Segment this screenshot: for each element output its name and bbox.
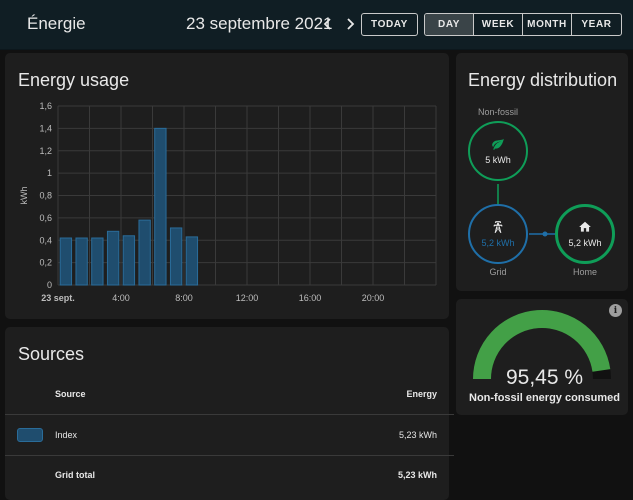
leaf-icon: [492, 138, 504, 150]
source-name: Index: [55, 430, 78, 440]
non-fossil-value: 5 kWh: [485, 155, 511, 165]
source-energy: 5,23 kWh: [398, 430, 437, 440]
previous-period-button[interactable]: [320, 12, 336, 36]
y-tick-label: 1: [47, 168, 52, 178]
y-tick-label: 0,4: [39, 235, 52, 245]
divider: [5, 414, 454, 415]
gauge-label: Non-fossil energy consumed: [469, 392, 620, 404]
energy-bar: [106, 230, 120, 286]
sources-card: Sources Source Energy Index 5,23 kWh Gri…: [5, 327, 454, 500]
column-header-source: Source: [55, 389, 86, 399]
y-axis-label: kWh: [19, 187, 29, 205]
y-tick-label: 0,8: [39, 191, 52, 201]
y-tick-label: 1,6: [39, 101, 52, 111]
grid-value: 5,2 kWh: [481, 238, 515, 248]
home-node[interactable]: 5,2 kWh: [555, 204, 615, 264]
grid-node[interactable]: 5,2 kWh: [468, 204, 528, 264]
transmission-tower-icon: [493, 221, 503, 233]
energy-bar: [122, 235, 136, 286]
y-tick-label: 0,6: [39, 213, 52, 223]
home-label: Home: [572, 267, 597, 277]
y-tick-label: 0: [47, 280, 52, 290]
y-tick-label: 1,2: [39, 146, 52, 156]
x-tick-label: 4:00: [112, 293, 130, 303]
page-title: Énergie: [27, 14, 86, 33]
x-tick-label: 16:00: [299, 293, 322, 303]
period-month-button[interactable]: MONTH: [523, 14, 572, 35]
top-bar: Énergie 23 septembre 2021 TODAY DAY WEEK…: [0, 0, 633, 50]
energy-bar: [75, 237, 88, 286]
non-fossil-label: Non-fossil: [477, 107, 518, 117]
period-week-button[interactable]: WEEK: [474, 14, 523, 35]
energy-usage-card: Energy usage 0 0,2 0,4 0,6 0,8 1 1,2 1,4 1,6 23 s…: [5, 53, 449, 319]
next-period-button[interactable]: [342, 12, 358, 36]
period-year-button[interactable]: YEAR: [572, 14, 621, 35]
energy-bar: [138, 219, 151, 286]
x-tick-label: 12:00: [236, 293, 259, 303]
x-tick-label: 20:00: [362, 293, 385, 303]
grid-total-label: Grid total: [55, 470, 95, 480]
energy-bar: [154, 127, 167, 286]
period-selector: DAY WEEK MONTH YEAR: [424, 13, 622, 36]
grid-label: Grid: [489, 267, 507, 277]
source-color-swatch: [17, 428, 43, 442]
chevron-right-icon: [347, 18, 355, 30]
energy-bar: [185, 236, 199, 286]
home-value: 5,2 kWh: [568, 238, 602, 248]
gauge-value: 95,45 %: [505, 366, 584, 389]
today-button[interactable]: TODAY: [361, 13, 418, 36]
period-day-button[interactable]: DAY: [425, 14, 474, 35]
date-label: 23 septembre 2021: [186, 14, 333, 33]
non-fossil-gauge-card: i 95,45 % Non-fossil energy consumed: [456, 299, 628, 415]
x-tick-label: 23 sept.: [41, 293, 75, 303]
grid-total-value: 5,23 kWh: [397, 470, 437, 480]
divider: [5, 455, 454, 456]
home-icon: [579, 221, 591, 232]
x-tick-label: 8:00: [175, 293, 193, 303]
non-fossil-node[interactable]: 5 kWh: [468, 121, 528, 181]
energy-bar: [59, 237, 73, 286]
energy-usage-chart: 0 0,2 0,4 0,6 0,8 1 1,2 1,4 1,6 23 sept. 4:00 8:00 1…: [19, 101, 437, 303]
energy-distribution-card: Energy distribution Non-fossil 5 kWh 5,2…: [456, 53, 628, 291]
energy-bar: [91, 237, 104, 286]
chevron-left-icon: [323, 18, 331, 30]
y-tick-label: 1,4: [39, 123, 52, 133]
energy-bar: [169, 227, 183, 286]
y-tick-label: 0,2: [39, 258, 52, 268]
sources-title: Sources: [18, 344, 85, 364]
column-header-energy: Energy: [406, 389, 437, 399]
